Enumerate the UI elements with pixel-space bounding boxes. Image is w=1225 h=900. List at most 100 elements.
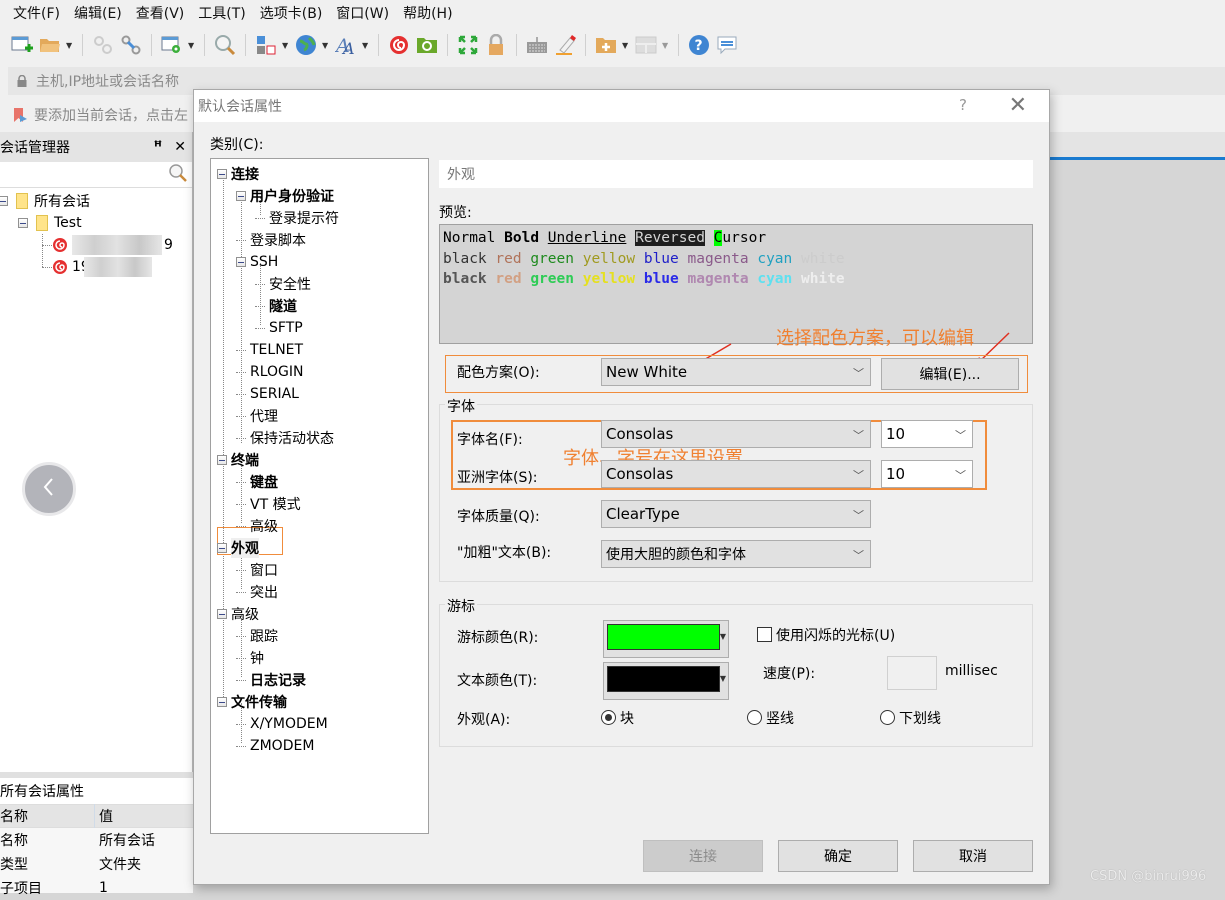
cancel-button[interactable]: 取消 — [913, 840, 1033, 872]
category-item[interactable]: 窗口 — [236, 559, 278, 581]
layout-icon[interactable] — [254, 33, 278, 57]
xftp-icon[interactable] — [415, 33, 439, 57]
appearance-underline-radio[interactable] — [880, 710, 895, 725]
category-item[interactable]: 日志记录 — [236, 669, 306, 691]
category-item[interactable]: 高级 — [236, 515, 278, 537]
connect-button[interactable]: 连接 — [643, 840, 763, 872]
collapse-icon[interactable] — [217, 543, 227, 553]
settings-dropdown-icon[interactable]: ▼ — [188, 41, 196, 50]
edit-scheme-button[interactable]: 编辑(E)... — [881, 358, 1019, 390]
tree-item-all-sessions[interactable]: 所有会话 — [0, 190, 90, 212]
menu-tools[interactable]: 工具(T) — [191, 3, 252, 23]
fullscreen-icon[interactable] — [456, 33, 480, 57]
close-icon[interactable]: ✕ — [174, 139, 186, 155]
category-item[interactable]: 突出 — [236, 581, 278, 603]
menu-help[interactable]: 帮助(H) — [396, 3, 459, 23]
ok-button[interactable]: 确定 — [778, 840, 898, 872]
category-item[interactable]: SFTP — [255, 317, 303, 339]
disconnect-icon[interactable] — [119, 33, 143, 57]
collapse-icon[interactable] — [217, 697, 227, 707]
tree-item-test[interactable]: Test — [18, 212, 82, 234]
help-icon[interactable]: ? — [687, 33, 711, 57]
preview-line-styles: Normal Bold Underline Reversed Cursor — [443, 228, 1029, 249]
highlight-icon[interactable] — [553, 33, 577, 57]
category-item[interactable]: X/YMODEM — [236, 713, 328, 735]
cursor-color-picker[interactable]: ▼ — [603, 620, 729, 658]
globe-dropdown-icon[interactable]: ▼ — [322, 41, 330, 50]
category-item[interactable]: 用户身份验证 — [236, 185, 334, 207]
appearance-block-radio[interactable] — [601, 710, 616, 725]
appearance-vline-radio[interactable] — [747, 710, 762, 725]
category-item[interactable]: 高级 — [217, 603, 259, 625]
category-item[interactable]: 钟 — [236, 647, 264, 669]
open-dropdown-icon[interactable]: ▼ — [66, 41, 74, 50]
category-item[interactable]: TELNET — [236, 339, 303, 361]
collapse-icon[interactable] — [18, 218, 28, 228]
session-settings-icon[interactable] — [160, 33, 184, 57]
new-folder-icon[interactable] — [594, 33, 618, 57]
category-item[interactable]: SERIAL — [236, 383, 299, 405]
category-item[interactable]: RLOGIN — [236, 361, 304, 383]
font-size-select[interactable]: 10 ﹀ — [881, 420, 973, 448]
category-item[interactable]: 终端 — [217, 449, 259, 471]
category-item[interactable]: 登录提示符 — [255, 207, 339, 229]
category-item[interactable]: 隧道 — [255, 295, 297, 317]
category-item[interactable]: 文件传输 — [217, 691, 287, 713]
category-item[interactable]: 键盘 — [236, 471, 278, 493]
chat-icon[interactable] — [715, 33, 739, 57]
bold-text-select[interactable]: 使用大胆的颜色和字体 ﹀ — [601, 540, 871, 568]
category-item[interactable]: 外观 — [217, 537, 259, 559]
collapse-icon[interactable] — [236, 191, 246, 201]
help-button[interactable]: ? — [959, 96, 967, 114]
collapse-icon[interactable] — [217, 609, 227, 619]
split-dropdown-icon[interactable]: ▼ — [662, 41, 670, 50]
column-header-name[interactable]: 名称 — [0, 804, 95, 828]
layout-dropdown-icon[interactable]: ▼ — [282, 41, 290, 50]
reconnect-icon[interactable] — [91, 33, 115, 57]
collapse-icon[interactable] — [217, 169, 227, 179]
xshell-icon[interactable] — [387, 33, 411, 57]
font-quality-select[interactable]: ClearType ﹀ — [601, 500, 871, 528]
collapse-icon[interactable] — [217, 455, 227, 465]
blink-cursor-checkbox[interactable] — [757, 627, 772, 642]
menu-tabs[interactable]: 选项卡(B) — [253, 3, 330, 23]
menu-edit[interactable]: 编辑(E) — [67, 3, 129, 23]
menu-window[interactable]: 窗口(W) — [329, 3, 396, 23]
back-button[interactable] — [22, 462, 76, 516]
text-color-picker[interactable]: ▼ — [603, 662, 729, 700]
asian-font-size-select[interactable]: 10 ﹀ — [881, 460, 973, 488]
category-item[interactable]: 代理 — [236, 405, 278, 427]
close-button[interactable]: ✕ — [1009, 93, 1027, 118]
category-item[interactable]: ZMODEM — [236, 735, 314, 757]
new-session-icon[interactable] — [10, 33, 34, 57]
category-item[interactable]: 保持活动状态 — [236, 427, 334, 449]
lock-icon[interactable] — [484, 33, 508, 57]
font-icon[interactable]: AA — [334, 33, 358, 57]
search-icon[interactable] — [168, 163, 188, 187]
asian-font-select[interactable]: Consolas ﹀ — [601, 460, 871, 488]
menu-view[interactable]: 查看(V) — [129, 3, 192, 23]
menu-file[interactable]: 文件(F) — [6, 3, 67, 23]
keyboard-icon[interactable] — [525, 33, 549, 57]
globe-icon[interactable] — [294, 33, 318, 57]
open-folder-icon[interactable] — [38, 33, 62, 57]
category-item[interactable]: 登录脚本 — [236, 229, 306, 251]
tree-item-session[interactable]: 19 — [52, 256, 152, 278]
pin-icon[interactable]: ꟸ — [154, 139, 163, 155]
category-item[interactable]: VT 模式 — [236, 493, 301, 515]
tree-item-session[interactable]: 9 — [52, 234, 173, 256]
category-item[interactable]: SSH — [236, 251, 278, 273]
color-scheme-select[interactable]: New White ﹀ — [601, 358, 871, 386]
column-header-value[interactable]: 值 — [95, 806, 113, 826]
category-item[interactable]: 安全性 — [255, 273, 311, 295]
category-item[interactable]: 跟踪 — [236, 625, 278, 647]
new-folder-dropdown-icon[interactable]: ▼ — [622, 41, 630, 50]
speed-input[interactable] — [887, 656, 937, 690]
collapse-icon[interactable] — [236, 257, 246, 267]
font-dropdown-icon[interactable]: ▼ — [362, 41, 370, 50]
session-search-input[interactable] — [0, 162, 192, 188]
category-item[interactable]: 连接 — [217, 163, 259, 185]
find-icon[interactable] — [213, 33, 237, 57]
split-layout-icon[interactable] — [634, 33, 658, 57]
collapse-icon[interactable] — [0, 196, 8, 206]
